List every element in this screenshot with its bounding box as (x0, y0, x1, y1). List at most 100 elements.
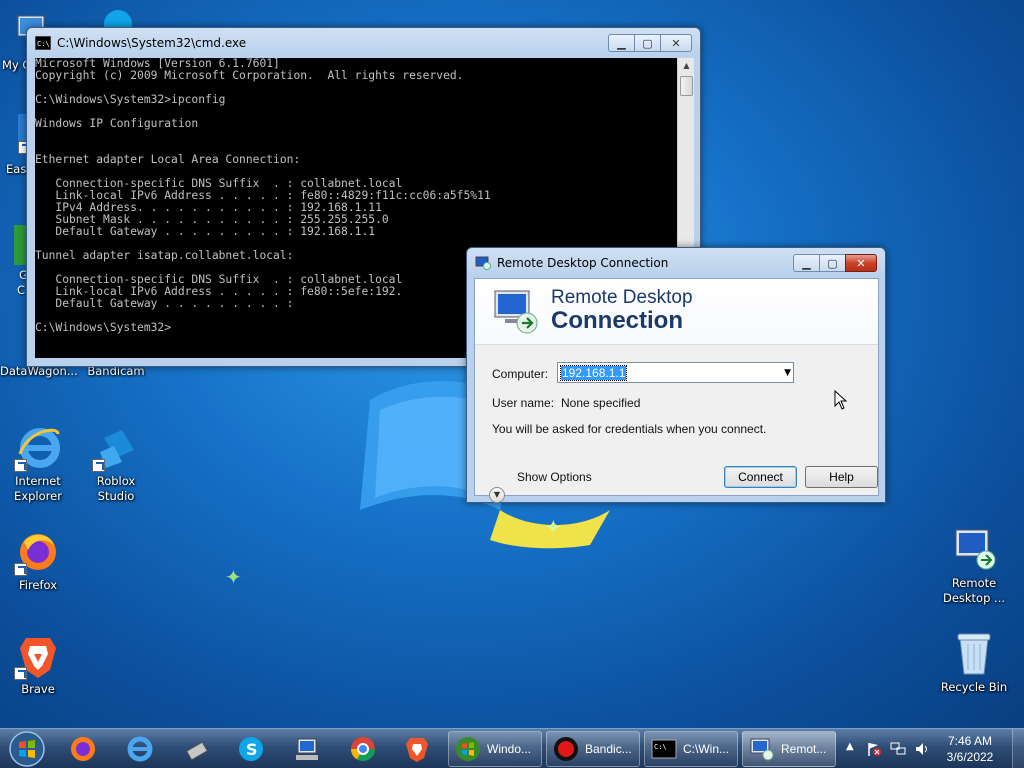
taskbar-pin-internet-explorer[interactable] (122, 732, 156, 766)
connect-button[interactable]: Connect (724, 466, 797, 488)
cmd-title: C:\Windows\System32\cmd.exe (57, 36, 247, 50)
start-button[interactable] (4, 730, 50, 768)
desktop-icon-label: Brave (21, 682, 55, 696)
taskbar-pin-usb-tool[interactable] (180, 732, 214, 766)
cmd-icon: C:\ (35, 36, 51, 50)
rdc-window[interactable]: Remote Desktop Connection ▁ ▢ ✕ Remote D… (466, 247, 886, 503)
minimize-icon: ▁ (617, 36, 626, 50)
rdc-title: Remote Desktop Connection (497, 256, 669, 270)
roblox-studio-icon (92, 424, 140, 472)
desktop-icon-remote-desktop[interactable]: Remote Desktop ... (936, 526, 1012, 606)
banner-title-line2: Connection (551, 307, 683, 334)
recycle-bin-icon (950, 630, 998, 678)
desktop-icon-label: Remote Desktop ... (942, 576, 1006, 605)
cmd-titlebar[interactable]: C:\ C:\Windows\System32\cmd.exe ▁ ▢ ✕ (27, 28, 700, 58)
credentials-info-text: You will be asked for credentials when y… (492, 422, 767, 436)
show-options-chevron-icon[interactable]: ▼ (489, 487, 505, 503)
usb-drive-icon (186, 741, 208, 761)
maximize-icon: ▢ (827, 256, 838, 270)
firefox-icon (14, 528, 62, 576)
wallpaper-sparkle: ✦ (225, 565, 242, 589)
skype-icon: S (239, 737, 263, 761)
taskbar-button-label: Remot... (781, 742, 827, 756)
desktop-icon-label: Firefox (18, 578, 58, 592)
desktop-icon-brave[interactable]: Brave (0, 632, 76, 697)
taskbar-pin-firefox[interactable] (66, 732, 100, 766)
internet-explorer-icon (14, 424, 62, 472)
banner-title-line1: Remote Desktop (551, 287, 693, 308)
action-center-flag-icon[interactable] (866, 741, 882, 757)
cmd-caption-buttons: ▁ ▢ ✕ (608, 34, 692, 52)
maximize-button[interactable]: ▢ (819, 254, 845, 272)
desktop-icon-firefox[interactable]: Firefox (0, 528, 76, 593)
taskbar-button-label: C:\Win... (683, 742, 730, 756)
username-value: None specified (561, 396, 641, 410)
username-label: User name: (492, 396, 555, 410)
chrome-icon (351, 737, 375, 762)
clock-date: 3/6/2022 (946, 750, 994, 764)
computer-combobox[interactable]: 192.168.1.1 ▼ (557, 362, 794, 383)
shortcut-arrow-icon (14, 459, 27, 472)
close-button[interactable]: ✕ (845, 254, 877, 272)
remote-desktop-icon (750, 738, 774, 761)
brave-lion-icon (406, 738, 428, 762)
clock[interactable]: 7:46 AM 3/6/2022 (930, 733, 1010, 765)
taskbar-button-cmd[interactable]: C:\ C:\Win... (644, 731, 738, 767)
close-icon: ✕ (671, 36, 681, 50)
scroll-thumb[interactable] (680, 76, 693, 96)
shortcut-arrow-icon (14, 667, 27, 680)
show-hidden-icons-chevron-icon[interactable]: ▲ (846, 741, 854, 752)
computer-value[interactable]: 192.168.1.1 (559, 365, 628, 381)
desktop-icon-recycle-bin[interactable]: Recycle Bin (936, 630, 1012, 695)
volume-icon[interactable] (914, 741, 930, 757)
network-icon[interactable] (890, 741, 906, 757)
dropdown-arrow-icon[interactable]: ▼ (784, 368, 791, 378)
desktop-icon-label: Recycle Bin (940, 680, 1008, 694)
rdc-client-area: Remote Desktop Connection Computer: 192.… (474, 278, 879, 503)
minimize-icon: ▁ (802, 256, 811, 270)
desktop-icon-internet-explorer[interactable]: Internet Explorer (0, 424, 76, 504)
cmd-icon: C:\ (651, 739, 677, 759)
minimize-button[interactable]: ▁ (793, 254, 819, 272)
brave-lion-icon (14, 632, 62, 680)
mouse-cursor-icon (834, 390, 848, 410)
desktop-icon-roblox-studio[interactable]: Roblox Studio (78, 424, 154, 504)
remote-desktop-icon (950, 526, 998, 574)
windows-media-icon (456, 737, 480, 761)
taskbar-button-windows-media[interactable]: Windo... (448, 731, 542, 767)
close-button[interactable]: ✕ (660, 34, 692, 52)
svg-text:S: S (246, 740, 258, 759)
help-button[interactable]: Help (805, 466, 878, 488)
network-computer-icon (296, 738, 318, 760)
taskbar-pin-network-tool[interactable] (290, 732, 324, 766)
desktop-icon-label: Eas (6, 162, 27, 176)
desktop-icon-label: Roblox Studio (96, 474, 136, 503)
internet-explorer-icon (127, 736, 153, 762)
desktop[interactable]: ✦ ✦ My C Eas G C DataWagon... Bandicam I… (0, 0, 1024, 728)
scroll-up-icon[interactable]: ▲ (678, 58, 695, 74)
svg-text:C:\: C:\ (654, 743, 667, 751)
show-desktop-button[interactable] (1012, 729, 1024, 768)
taskbar-button-label: Bandic... (585, 742, 632, 756)
taskbar-pin-skype[interactable]: S (234, 732, 268, 766)
taskbar-button-bandicam[interactable]: Bandic... (546, 731, 640, 767)
maximize-button[interactable]: ▢ (634, 34, 660, 52)
taskbar-pin-brave[interactable] (400, 732, 434, 766)
computer-label: Computer: (492, 367, 549, 381)
taskbar-pin-chrome[interactable] (346, 732, 380, 766)
taskbar-button-remote-desktop[interactable]: Remot... (742, 731, 836, 767)
wallpaper-sparkle: ✦ (545, 515, 562, 539)
shortcut-arrow-icon (92, 459, 105, 472)
minimize-button[interactable]: ▁ (608, 34, 634, 52)
maximize-icon: ▢ (642, 36, 653, 50)
desktop-icon-label: C (17, 283, 26, 297)
show-options-link[interactable]: Show Options (517, 470, 592, 484)
svg-text:C:\: C:\ (37, 40, 50, 48)
bandicam-record-icon (554, 737, 578, 761)
shortcut-arrow-icon (14, 563, 27, 576)
firefox-icon (71, 737, 95, 761)
rdc-banner: Remote Desktop Connection (475, 279, 878, 345)
taskbar-button-label: Windo... (487, 742, 532, 756)
rdc-titlebar[interactable]: Remote Desktop Connection ▁ ▢ ✕ (467, 248, 885, 278)
desktop-icon-label: Internet Explorer (14, 474, 62, 503)
